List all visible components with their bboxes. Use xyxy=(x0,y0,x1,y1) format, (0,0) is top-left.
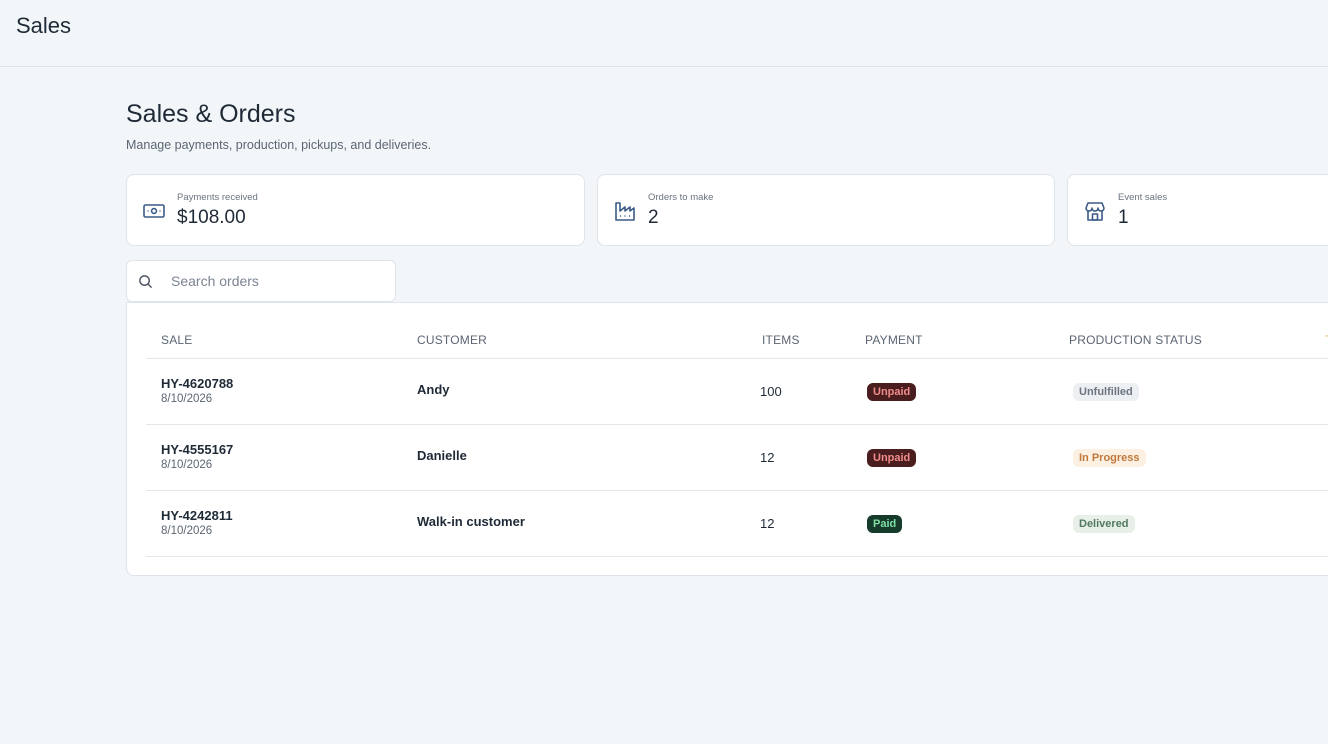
table-row[interactable]: HY-4620788 8/10/2026 Andy 100 Unpaid Unf… xyxy=(146,359,1328,425)
search-box[interactable] xyxy=(126,260,396,302)
page-subtitle: Manage payments, production, pickups, an… xyxy=(126,138,432,152)
storefront-icon xyxy=(1083,199,1107,223)
stat-label: Orders to make xyxy=(648,192,714,203)
sale-id[interactable]: HY-4620788 xyxy=(161,376,233,391)
page-title: Sales & Orders xyxy=(126,100,296,128)
column-header-production-status[interactable]: PRODUCTION STATUS xyxy=(1069,333,1202,347)
production-status-badge: Unfulfilled xyxy=(1073,383,1139,401)
column-header-payment[interactable]: PAYMENT xyxy=(865,333,923,347)
app-title: Sales xyxy=(16,13,72,38)
items-count: 100 xyxy=(760,384,782,399)
table-row[interactable]: HY-4242811 8/10/2026 Walk-in customer 12… xyxy=(146,491,1328,557)
sale-date: 8/10/2026 xyxy=(161,525,213,537)
orders-table: SALE CUSTOMER ITEMS PAYMENT PRODUCTION S… xyxy=(126,302,1328,576)
payment-badge: Paid xyxy=(867,515,903,533)
stat-label: Event sales xyxy=(1118,192,1168,203)
stat-card-event-sales: Event sales 1 xyxy=(1067,174,1328,246)
column-header-items[interactable]: ITEMS xyxy=(762,333,800,347)
top-bar: Sales xyxy=(0,0,1328,67)
stat-value: 1 xyxy=(1118,207,1129,228)
payment-badge: Unpaid xyxy=(867,383,917,401)
column-header-sale[interactable]: SALE xyxy=(161,333,193,347)
customer-name: Walk-in customer xyxy=(417,514,525,529)
production-status-badge: In Progress xyxy=(1073,449,1146,467)
sale-date: 8/10/2026 xyxy=(161,393,213,405)
production-status-badge: Delivered xyxy=(1073,515,1135,533)
factory-icon xyxy=(613,199,637,223)
stat-card-payments-received: Payments received $108.00 xyxy=(126,174,585,246)
stat-card-orders-to-make: Orders to make 2 xyxy=(597,174,1055,246)
sale-id[interactable]: HY-4242811 xyxy=(161,508,233,523)
search-icon xyxy=(138,274,153,289)
sale-id[interactable]: HY-4555167 xyxy=(161,442,233,457)
customer-name: Andy xyxy=(417,382,450,397)
stat-value: $108.00 xyxy=(177,207,246,228)
stat-label: Payments received xyxy=(177,192,258,203)
column-header-customer[interactable]: CUSTOMER xyxy=(417,333,487,347)
cash-icon xyxy=(142,199,166,223)
sale-date: 8/10/2026 xyxy=(161,459,213,471)
payment-badge: Unpaid xyxy=(867,449,917,467)
stat-value: 2 xyxy=(648,207,659,228)
customer-name: Danielle xyxy=(417,448,467,463)
search-input[interactable] xyxy=(171,271,381,291)
table-row[interactable]: HY-4555167 8/10/2026 Danielle 12 Unpaid … xyxy=(146,425,1328,491)
items-count: 12 xyxy=(760,450,775,465)
items-count: 12 xyxy=(760,516,775,531)
